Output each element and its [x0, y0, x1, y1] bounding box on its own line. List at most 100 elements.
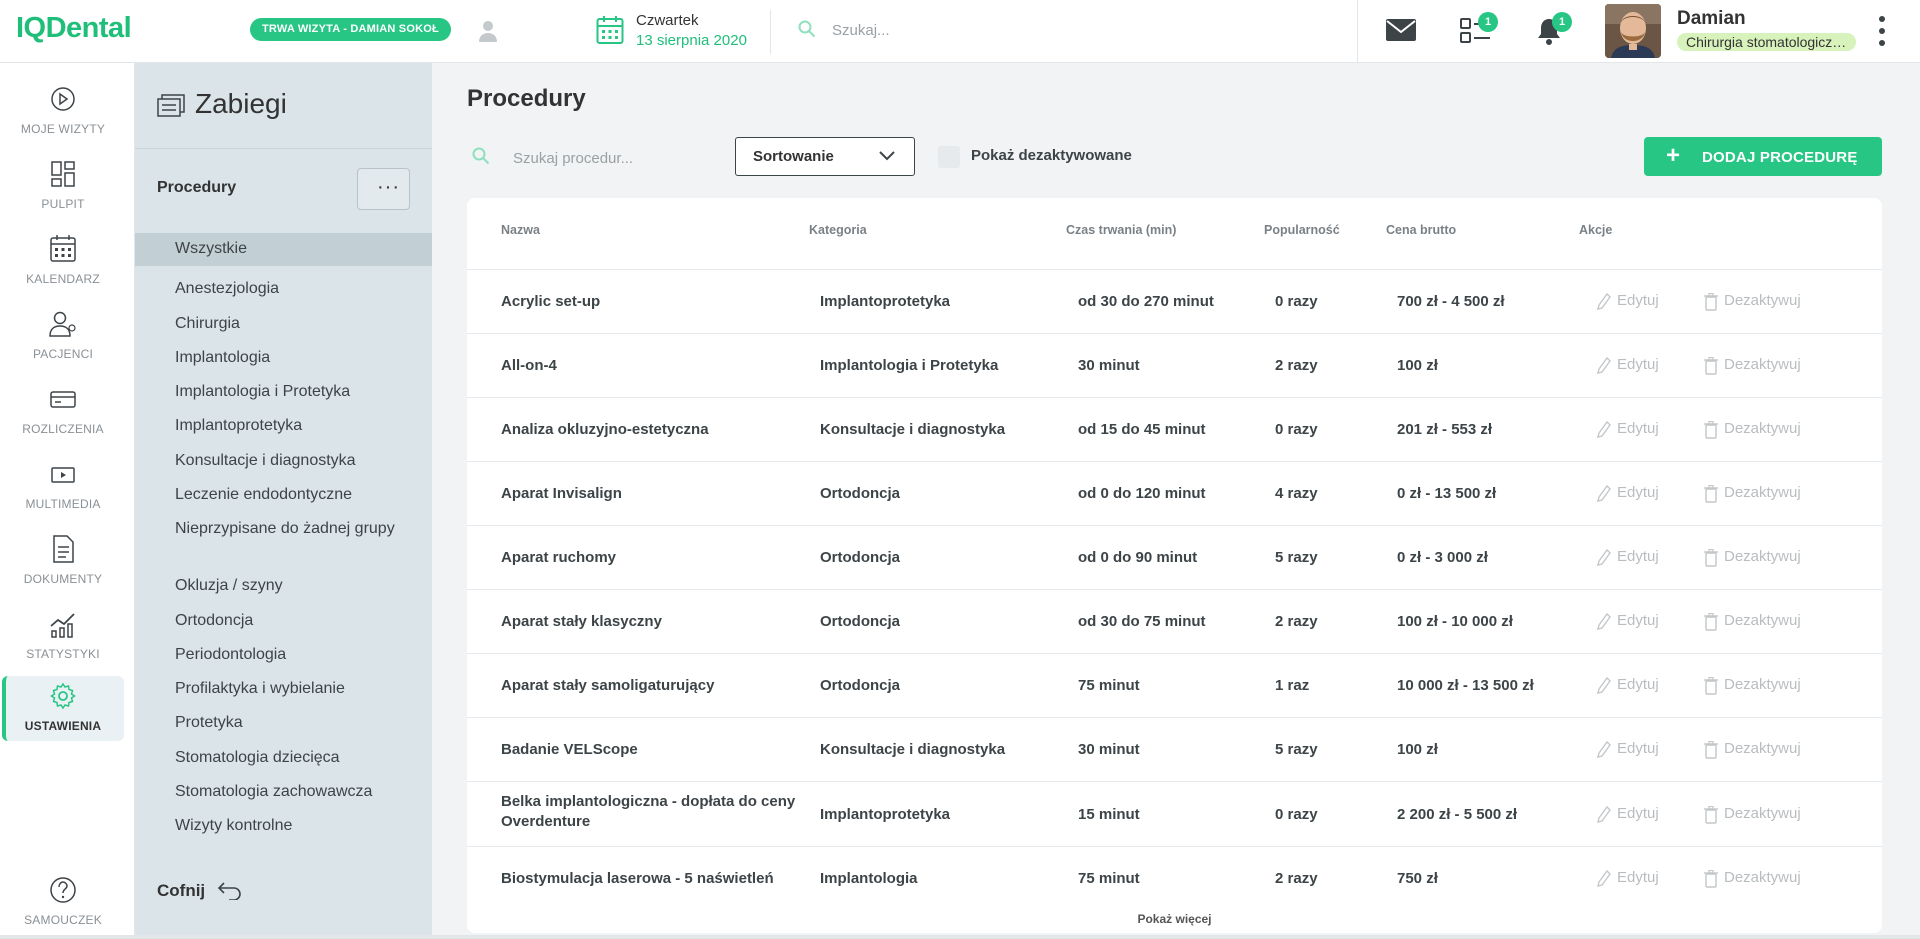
show-deactivated-label[interactable]: Pokaż dezaktywowane	[971, 147, 1132, 164]
search-icon	[798, 20, 816, 38]
column-header-category[interactable]: Kategoria	[809, 223, 867, 237]
pencil-icon	[1597, 357, 1611, 374]
user-name[interactable]: Damian	[1677, 8, 1746, 30]
nav-label: MULTIMEDIA	[25, 497, 101, 511]
category-item[interactable]: Wizyty kontrolne	[135, 815, 432, 837]
category-item[interactable]: Ortodoncja	[135, 610, 432, 632]
add-procedure-button[interactable]: + DODAJ PROCEDURĘ	[1644, 137, 1882, 176]
category-item[interactable]: Profilaktyka i wybielanie	[135, 678, 432, 700]
procedure-name[interactable]: Aparat ruchomy	[501, 548, 801, 568]
category-item[interactable]: Chirurgia	[135, 313, 432, 335]
nav-label: USTAWIENIA	[24, 719, 102, 733]
nav-billing[interactable]: ROZLICZENIA	[2, 379, 124, 443]
table-row[interactable]: Aparat stały samoligaturujący Ortodoncja 7…	[467, 653, 1882, 717]
procedure-category: Ortodoncja	[820, 677, 901, 694]
edit-label: Edytuj	[1617, 676, 1659, 693]
show-more-link[interactable]: Pokaż więcej	[467, 912, 1882, 926]
category-item[interactable]: Okluzja / szyny	[135, 575, 432, 597]
procedure-category: Ortodoncja	[820, 549, 901, 566]
submenu-title: Zabiegi	[195, 88, 287, 119]
settings-gear-icon	[50, 682, 76, 710]
nav-tutorial[interactable]: SAMOUCZEK	[2, 870, 124, 934]
procedure-duration: 30 minut	[1078, 741, 1140, 758]
table-row[interactable]: Biostymulacja laserowa - 5 naświetleń Imp…	[467, 846, 1882, 910]
user-role-badge[interactable]: Chirurgia stomatologiczna	[1677, 33, 1856, 51]
notifications-button[interactable]: 1	[1532, 12, 1572, 48]
category-item[interactable]: Protetyka	[135, 712, 432, 734]
table-row[interactable]: Aparat stały klasyczny Ortodoncja od 30 do…	[467, 589, 1882, 653]
column-header-duration[interactable]: Czas trwania (min)	[1066, 223, 1176, 237]
procedure-name[interactable]: All-on-4	[501, 356, 801, 376]
column-header-popularity[interactable]: Popularność	[1264, 223, 1340, 237]
horizontal-scrollbar[interactable]	[0, 935, 1920, 939]
deactivate-label: Dezaktywuj	[1724, 740, 1801, 757]
category-item[interactable]: Leczenie endodontyczne	[135, 484, 432, 506]
table-row[interactable]: Belka implantologiczna - dopłata do ceny…	[467, 781, 1882, 846]
help-icon	[50, 877, 76, 903]
show-deactivated-checkbox[interactable]	[938, 146, 960, 168]
category-item-all[interactable]: Wszystkie	[135, 233, 432, 266]
category-item[interactable]: Implantoprotetyka	[135, 415, 432, 437]
tasks-button[interactable]: 1	[1458, 12, 1498, 48]
procedure-price: 0 zł - 13 500 zł	[1397, 485, 1497, 502]
pencil-icon	[1597, 613, 1611, 630]
chevron-down-icon	[879, 151, 895, 161]
category-item[interactable]: Stomatologia zachowawcza	[135, 781, 432, 803]
category-item[interactable]: Stomatologia dziecięca	[135, 747, 432, 769]
table-row[interactable]: Aparat Invisalign Ortodoncja od 0 do 120 m…	[467, 461, 1882, 525]
category-item[interactable]: Implantologia i Protetyka	[135, 381, 432, 403]
nav-multimedia[interactable]: MULTIMEDIA	[2, 454, 124, 518]
multimedia-icon	[51, 467, 75, 483]
table-row[interactable]: Acrylic set-up Implantoprotetyka od 30 do …	[467, 269, 1882, 333]
procedure-name[interactable]: Aparat stały samoligaturujący	[501, 676, 801, 696]
procedure-price: 100 zł - 10 000 zł	[1397, 613, 1513, 630]
nav-statistics[interactable]: STATYSTYKI	[2, 604, 124, 668]
table-row[interactable]: Aparat ruchomy Ortodoncja od 0 do 90 minut…	[467, 525, 1882, 589]
procedure-name[interactable]: Belka implantologiczna - dopłata do ceny…	[501, 792, 801, 832]
trash-icon	[1704, 293, 1718, 311]
nav-settings[interactable]: USTAWIENIA	[2, 676, 124, 741]
procedure-name[interactable]: Aparat Invisalign	[501, 484, 801, 504]
nav-my-visits[interactable]: MOJE WIZYTY	[2, 79, 124, 143]
global-search-input[interactable]	[832, 17, 1312, 43]
procedure-search-input[interactable]	[513, 143, 703, 173]
edit-label: Edytuj	[1617, 292, 1659, 309]
sort-dropdown[interactable]: Sortowanie	[735, 137, 915, 176]
category-item[interactable]: Periodontologia	[135, 644, 432, 666]
procedure-price: 100 zł	[1397, 357, 1438, 374]
procedure-name[interactable]: Biostymulacja laserowa - 5 naświetleń	[501, 869, 801, 889]
more-vertical-icon[interactable]	[1872, 14, 1892, 48]
document-icon	[53, 535, 74, 563]
back-link[interactable]: Cofnij	[157, 881, 205, 901]
nav-label: PULPIT	[41, 197, 85, 211]
messages-button[interactable]	[1383, 14, 1419, 48]
procedure-name[interactable]: Badanie VELScope	[501, 740, 801, 760]
nav-documents[interactable]: DOKUMENTY	[2, 529, 124, 593]
sort-label: Sortowanie	[753, 148, 834, 165]
table-row[interactable]: All-on-4 Implantologia i Protetyka 30 minu…	[467, 333, 1882, 397]
deactivate-label: Dezaktywuj	[1724, 356, 1801, 373]
nav-dashboard[interactable]: PULPIT	[2, 154, 124, 218]
vertical-scrollbar[interactable]	[1912, 63, 1920, 939]
section-options-button[interactable]: ···	[357, 168, 410, 210]
person-icon[interactable]	[478, 19, 498, 43]
category-item[interactable]: Anestezjologia	[135, 278, 432, 300]
pencil-icon	[1597, 549, 1611, 566]
nav-patients[interactable]: PACJENCI	[2, 304, 124, 368]
nav-calendar[interactable]: KALENDARZ	[2, 229, 124, 293]
column-header-name[interactable]: Nazwa	[501, 223, 540, 237]
back-arrow-icon[interactable]	[217, 880, 243, 900]
table-row[interactable]: Analiza okluzyjno-estetyczna Konsultacje …	[467, 397, 1882, 461]
category-item[interactable]: Implantologia	[135, 347, 432, 369]
user-avatar[interactable]	[1605, 4, 1661, 58]
category-item[interactable]: Nieprzypisane do żadnej grupy	[135, 518, 395, 540]
table-row[interactable]: Badanie VELScope Konsultacje i diagnostyk…	[467, 717, 1882, 781]
active-visit-badge[interactable]: TRWA WIZYTA - DAMIAN SOKOŁ	[250, 18, 451, 41]
app-logo[interactable]: IQDental	[16, 12, 132, 45]
column-header-price[interactable]: Cena brutto	[1386, 223, 1456, 237]
procedure-category: Ortodoncja	[820, 485, 901, 502]
procedure-name[interactable]: Analiza okluzyjno-estetyczna	[501, 420, 801, 440]
procedure-name[interactable]: Acrylic set-up	[501, 292, 801, 312]
procedure-name[interactable]: Aparat stały klasyczny	[501, 612, 801, 632]
category-item[interactable]: Konsultacje i diagnostyka	[135, 450, 432, 472]
